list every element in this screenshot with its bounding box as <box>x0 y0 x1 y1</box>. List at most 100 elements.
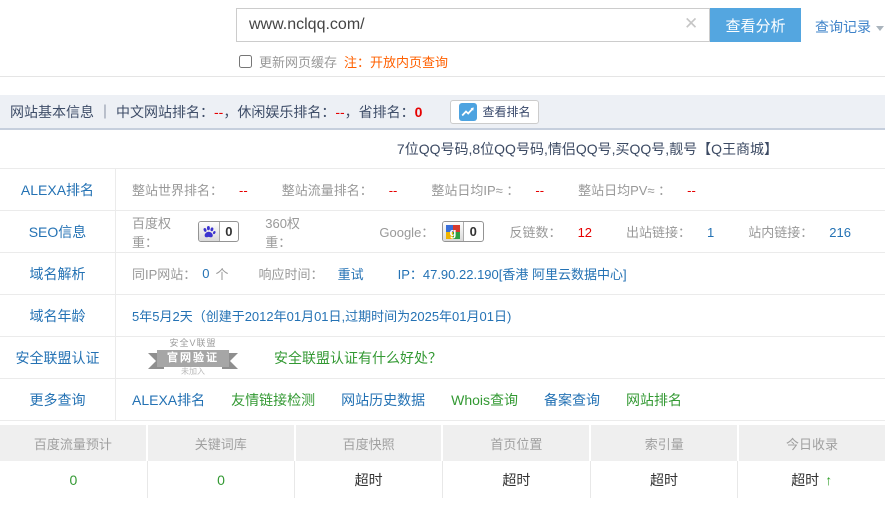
link-friend-check[interactable]: 友情链接检测 <box>231 390 315 410</box>
security-alliance-badge-icon[interactable]: 安全V联盟 官网验证 未加入 <box>132 339 254 377</box>
google-pr-badge: g 0 <box>442 221 483 242</box>
world-rank-pair: 整站世界排名： -- <box>132 180 248 199</box>
link-icp-query[interactable]: 备案查询 <box>544 390 600 410</box>
alexa-row-content: 整站世界排名： -- 整站流量排名：-- 整站日均IP≈ ： -- 整站日均PV≈ … <box>116 169 885 210</box>
same-ip-label: 同IP网站： <box>132 264 196 283</box>
header-home-position: 首页位置 <box>443 425 589 461</box>
up-arrow-icon: ↑ <box>825 472 832 488</box>
age-row-label: 域名年龄 <box>0 295 116 336</box>
separator: ｜ <box>98 102 112 122</box>
traffic-rank-value: -- <box>389 183 398 198</box>
site-basic-info-header: 网站基本信息 ｜ 中文网站排名：--，休闲娱乐排名：--，省排名：0 查看排名 <box>0 95 885 130</box>
value-baidu-snapshot[interactable]: 超时 <box>294 461 442 498</box>
clear-input-icon[interactable]: ✕ <box>684 14 698 34</box>
province-rank-value: 0 <box>415 104 423 120</box>
header-keyword-count: 关键词库 <box>148 425 294 461</box>
province-rank-label: 省排名： <box>359 102 415 122</box>
link-whois-query[interactable]: Whois查询 <box>451 390 518 410</box>
cn-rank-label: 中文网站排名： <box>116 102 214 122</box>
world-rank-label: 整站世界排名： <box>132 183 223 198</box>
badge-ribbon-text: 官网验证 <box>157 350 229 367</box>
more-row-label: 更多查询 <box>0 379 116 420</box>
value-home-position[interactable]: 超时 <box>442 461 590 498</box>
domain-age-value: 5年5月2天（创建于2012年01月01日,过期时间为2025年01月01日) <box>132 306 511 325</box>
daily-ip-pair: 整站日均IP≈ ： -- <box>431 180 544 199</box>
baidu-weight-value: 0 <box>220 224 239 239</box>
daily-pv-pair: 整站日均PV≈ ： -- <box>578 180 696 199</box>
google-icon: g <box>443 222 464 241</box>
cn-rank-value: -- <box>214 104 223 120</box>
same-ip-unit: 个 <box>216 264 229 283</box>
world-rank-value: -- <box>239 183 248 198</box>
seo-row-content: 百度权重： 0 360权重： Google： <box>116 211 885 252</box>
resolve-row-label: 域名解析 <box>0 253 116 294</box>
baidu-weight-label: 百度权重： <box>132 213 190 251</box>
backlinks-value: 12 <box>578 225 592 240</box>
header-today-included: 今日收录 <box>739 425 885 461</box>
outlinks-pair: 出站链接： 1 <box>626 222 714 241</box>
value-index-count[interactable]: 超时 <box>590 461 738 498</box>
query-records-label: 查询记录 <box>815 19 871 35</box>
query-records-link[interactable]: 查询记录 <box>815 17 884 37</box>
baidu-weight-badge: 0 <box>198 221 239 242</box>
so360-weight-label: 360权重： <box>265 213 319 251</box>
link-alexa-rank[interactable]: ALEXA排名 <box>132 390 205 410</box>
age-row-content: 5年5月2天（创建于2012年01月01日,过期时间为2025年01月01日) <box>116 295 885 336</box>
daily-ip-label: 整站日均IP≈ ： <box>431 183 519 198</box>
badge-bottom-text: 未加入 <box>132 368 254 377</box>
daily-pv-label: 整站日均PV≈ ： <box>578 183 671 198</box>
svg-text:g: g <box>450 227 457 239</box>
google-pr-value: 0 <box>464 224 483 239</box>
response-time-label: 响应时间： <box>259 264 324 283</box>
comma: ， <box>223 102 237 122</box>
security-row-label: 安全联盟认证 <box>0 337 116 378</box>
header-index-count: 索引量 <box>591 425 737 461</box>
url-search-input[interactable] <box>236 8 710 42</box>
update-cache-label: 更新网页缓存 <box>259 52 337 71</box>
baidu-paw-icon <box>199 222 220 241</box>
badge-top-text: 安全V联盟 <box>132 339 254 349</box>
cache-option-row: 更新网页缓存 注：开放内页查询 <box>239 52 448 71</box>
site-title-link[interactable]: 7位QQ号码,8位QQ号码,情侣QQ号,买QQ号,靓号【Q王商城】 <box>397 141 778 157</box>
today-included-text: 超时 <box>791 470 819 490</box>
same-ip-value[interactable]: 0 <box>202 266 209 281</box>
line-chart-icon <box>459 103 477 121</box>
daily-ip-value: -- <box>535 183 544 198</box>
outlinks-label: 出站链接： <box>626 225 691 240</box>
value-baidu-traffic[interactable]: 0 <box>0 461 147 498</box>
link-site-history[interactable]: 网站历史数据 <box>341 390 425 410</box>
link-site-rank[interactable]: 网站排名 <box>626 390 682 410</box>
alexa-rank-row: ALEXA排名 整站世界排名： -- 整站流量排名：-- 整站日均IP≈ ： -- … <box>0 169 885 211</box>
value-today-included[interactable]: 超时 ↑ <box>737 461 885 498</box>
retry-link[interactable]: 重试 <box>338 264 364 283</box>
backlinks-pair: 反链数： 12 <box>510 222 592 241</box>
view-rank-label: 查看排名 <box>482 103 530 120</box>
traffic-rank-pair: 整站流量排名：-- <box>282 180 398 199</box>
more-queries-row: 更多查询 ALEXA排名 友情链接检测 网站历史数据 Whois查询 备案查询 … <box>0 379 885 421</box>
seo-row-label: SEO信息 <box>0 211 116 252</box>
ip-info-link[interactable]: IP：47.90.22.190[香港 阿里云数据中心] <box>398 264 627 283</box>
view-rank-button[interactable]: 查看排名 <box>450 100 539 124</box>
security-cert-row: 安全联盟认证 安全V联盟 官网验证 未加入 安全联盟认证有什么好处？ <box>0 337 885 379</box>
domain-age-row: 域名年龄 5年5月2天（创建于2012年01月01日,过期时间为2025年01月… <box>0 295 885 337</box>
inlinks-value[interactable]: 216 <box>829 225 851 240</box>
seo-info-row: SEO信息 百度权重： 0 360权重： Google： <box>0 211 885 253</box>
analyze-button[interactable]: 查看分析 <box>710 8 801 42</box>
value-keyword-count[interactable]: 0 <box>147 461 295 498</box>
stats-table-values: 0 0 超时 超时 超时 超时 ↑ <box>0 461 885 498</box>
inner-page-note: 注：开放内页查询 <box>344 52 448 71</box>
comma: ， <box>345 102 359 122</box>
security-benefit-link[interactable]: 安全联盟认证有什么好处？ <box>274 348 442 368</box>
search-toolbar: ✕ 查看分析 查询记录 更新网页缓存 注：开放内页查询 <box>0 0 885 77</box>
update-cache-checkbox[interactable] <box>239 55 252 68</box>
more-row-content: ALEXA排名 友情链接检测 网站历史数据 Whois查询 备案查询 网站排名 <box>116 379 885 420</box>
google-pr-label: Google： <box>379 222 434 241</box>
security-row-content: 安全V联盟 官网验证 未加入 安全联盟认证有什么好处？ <box>116 337 885 378</box>
chevron-down-icon <box>876 26 884 31</box>
backlinks-label: 反链数： <box>510 225 562 240</box>
daily-pv-value: -- <box>687 183 696 198</box>
outlinks-value[interactable]: 1 <box>707 225 714 240</box>
resolve-row-content: 同IP网站： 0 个 响应时间： 重试 IP：47.90.22.190[香港 阿… <box>116 253 885 294</box>
alexa-row-label: ALEXA排名 <box>0 169 116 210</box>
header-baidu-traffic: 百度流量预计 <box>0 425 146 461</box>
